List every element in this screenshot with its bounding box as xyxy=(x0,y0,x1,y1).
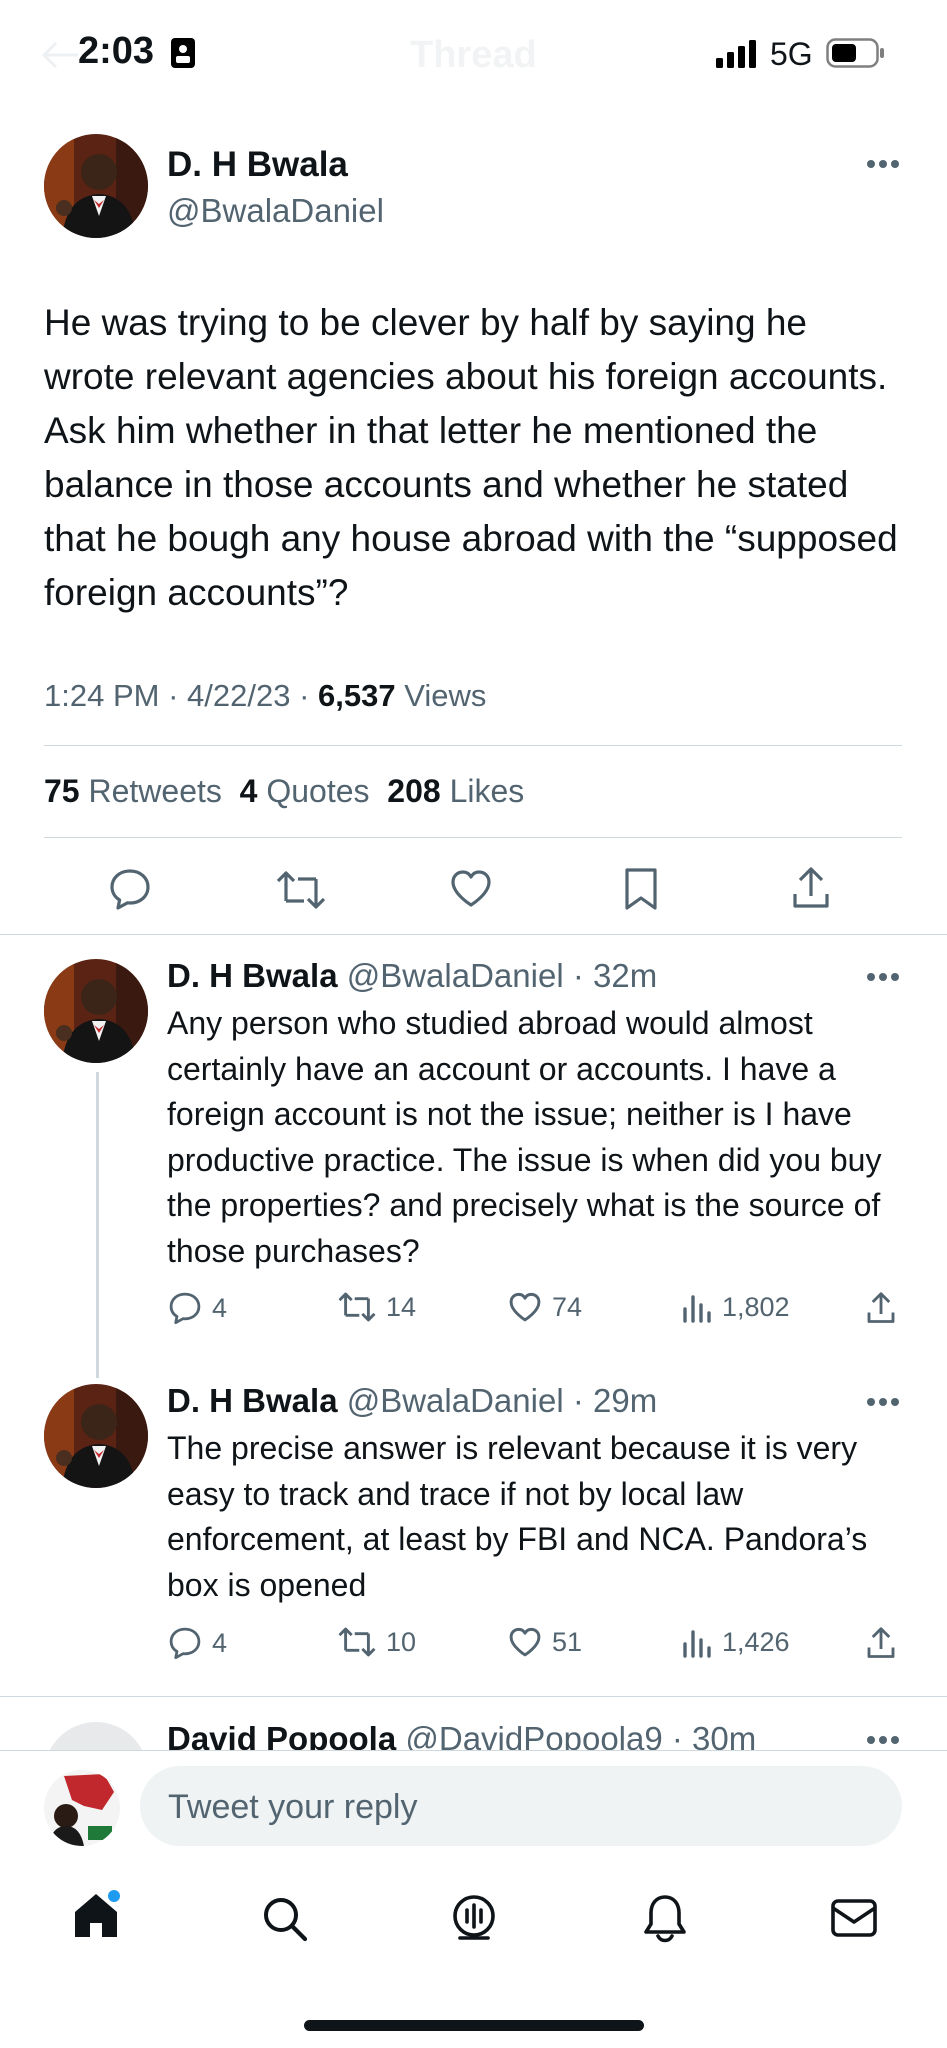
reply-header[interactable]: D. H Bwala @BwalaDaniel · 32m xyxy=(167,957,657,995)
reply-count: 4 xyxy=(212,1627,228,1658)
views-count: 1,426 xyxy=(722,1627,790,1657)
search-icon[interactable] xyxy=(262,1896,308,1942)
reply-action-like[interactable]: 51 xyxy=(508,1627,582,1658)
reply-header[interactable]: David Popoola @DavidPopoola9 · 30m xyxy=(167,1720,756,1750)
focus-mode-icon xyxy=(170,37,196,69)
like-icon[interactable] xyxy=(508,1627,542,1658)
tweet-meta: 1:24 PM · 4/22/23 · 6,537 Views xyxy=(44,678,487,713)
network-type: 5G xyxy=(770,36,813,72)
section-divider xyxy=(0,1696,947,1697)
reply-action-retweet[interactable]: 10 xyxy=(338,1626,416,1658)
thread-connector xyxy=(96,1072,99,1378)
reply-action-reply[interactable]: 4 xyxy=(168,1291,227,1325)
reply-action-retweet[interactable]: 14 xyxy=(338,1291,416,1323)
spaces-icon[interactable] xyxy=(450,1894,498,1944)
retweet-icon[interactable] xyxy=(276,869,326,911)
reply-input-placeholder[interactable]: Tweet your reply xyxy=(168,1788,417,1827)
main-author-name[interactable]: D. H Bwala xyxy=(167,145,348,185)
reply-icon[interactable] xyxy=(108,867,152,911)
reply-avatar[interactable] xyxy=(44,1384,148,1488)
section-divider xyxy=(0,934,947,935)
reply-action-views[interactable]: 1,426 xyxy=(682,1627,790,1658)
retweet-count: 10 xyxy=(386,1626,417,1657)
divider xyxy=(44,745,902,746)
reply-author-name[interactable]: David Popoola xyxy=(167,1720,396,1750)
reply-text: The precise answer is relevant because i… xyxy=(167,1430,868,1603)
notifications-icon[interactable] xyxy=(643,1893,687,1943)
reply-avatar[interactable] xyxy=(44,959,148,1063)
more-options-icon[interactable] xyxy=(865,158,901,170)
reply-count: 4 xyxy=(212,1292,228,1323)
reply-header[interactable]: D. H Bwala @BwalaDaniel · 29m xyxy=(167,1382,657,1420)
reply-time: 29m xyxy=(592,1382,658,1419)
main-tweet-text: He was trying to be clever by half by sa… xyxy=(44,302,898,613)
main-author-handle[interactable]: @BwalaDaniel xyxy=(167,192,384,230)
views-count: 1,802 xyxy=(722,1292,790,1322)
more-options-icon[interactable] xyxy=(866,1734,900,1746)
reply-text: Any person who studied abroad would almo… xyxy=(167,1005,882,1269)
like-icon[interactable] xyxy=(449,869,493,909)
reply-icon[interactable] xyxy=(168,1626,202,1660)
more-options-icon[interactable] xyxy=(866,971,900,983)
reply-author-name[interactable]: D. H Bwala xyxy=(167,957,338,994)
engagement-stats: 75 Retweets 4 Quotes 208 Likes xyxy=(44,773,524,810)
bookmark-icon[interactable] xyxy=(624,867,658,911)
reply-action-views[interactable]: 1,802 xyxy=(682,1292,790,1323)
tweet-time: 1:24 PM xyxy=(44,678,160,713)
retweet-count: 14 xyxy=(386,1291,417,1322)
home-icon[interactable] xyxy=(72,1890,120,1940)
status-time: 2:03 xyxy=(78,30,155,72)
more-options-icon[interactable] xyxy=(866,1396,900,1408)
divider xyxy=(44,837,902,838)
reply-time: 32m xyxy=(592,957,658,994)
reply-3-clip: David Popoola @DavidPopoola9 · 30m xyxy=(0,1700,947,1750)
share-icon[interactable] xyxy=(866,1291,896,1325)
quotes-stat[interactable]: 4 Quotes xyxy=(240,773,370,809)
retweets-stat[interactable]: 75 Retweets xyxy=(44,773,222,809)
retweeted-banner xyxy=(60,84,540,110)
tweet-date: 4/22/23 xyxy=(187,678,291,713)
reply-author-handle[interactable]: @BwalaDaniel xyxy=(347,957,564,994)
views-icon xyxy=(682,1293,712,1323)
composer-divider xyxy=(0,1750,947,1751)
likes-stat[interactable]: 208 Likes xyxy=(387,773,524,809)
reply-action-like[interactable]: 74 xyxy=(508,1292,582,1323)
views-label: Views xyxy=(404,678,487,713)
reply-avatar[interactable] xyxy=(44,1722,148,1750)
retweet-icon[interactable] xyxy=(338,1626,376,1658)
share-icon[interactable] xyxy=(866,1626,896,1660)
battery-icon xyxy=(826,38,886,68)
user-avatar[interactable] xyxy=(44,1770,120,1846)
share-icon[interactable] xyxy=(791,866,831,910)
like-count: 74 xyxy=(552,1292,583,1322)
main-author-avatar[interactable] xyxy=(44,134,148,238)
retweet-icon[interactable] xyxy=(338,1291,376,1323)
reply-time: 30m xyxy=(692,1720,757,1750)
thread-header-title: Thread xyxy=(410,34,537,76)
views-count: 6,537 xyxy=(318,678,396,713)
views-icon xyxy=(682,1628,712,1658)
like-count: 51 xyxy=(552,1627,583,1657)
signal-icon xyxy=(716,40,760,68)
back-arrow-icon[interactable] xyxy=(40,40,80,70)
reply-action-reply[interactable]: 4 xyxy=(168,1626,227,1660)
messages-icon[interactable] xyxy=(830,1898,878,1938)
like-icon[interactable] xyxy=(508,1292,542,1323)
reply-author-handle[interactable]: @DavidPopoola9 xyxy=(405,1720,662,1750)
reply-author-name[interactable]: D. H Bwala xyxy=(167,1382,338,1419)
home-indicator xyxy=(304,2020,644,2031)
reply-author-handle[interactable]: @BwalaDaniel xyxy=(347,1382,564,1419)
reply-icon[interactable] xyxy=(168,1291,202,1325)
